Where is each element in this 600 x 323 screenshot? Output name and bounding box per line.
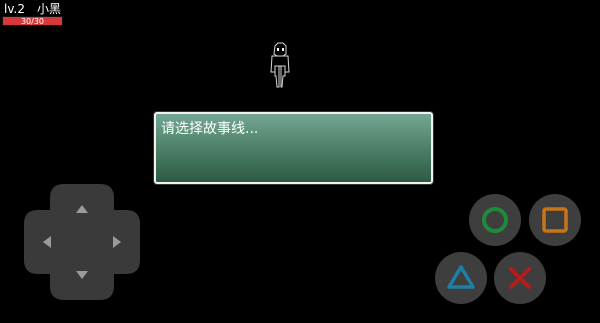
square-icon (542, 207, 568, 233)
character-sprite (266, 42, 294, 88)
player-info: lv.2 小黑 (4, 2, 61, 16)
cross-button[interactable] (494, 252, 546, 304)
arrow-right-icon[interactable] (106, 232, 126, 252)
game-screen: lv.2 小黑 30/30 请选择故事线... (0, 0, 600, 323)
player-name: 小黑 (36, 2, 61, 16)
cross-icon (509, 267, 531, 289)
arrow-up-icon[interactable] (72, 200, 92, 220)
arrow-left-icon[interactable] (38, 232, 58, 252)
hp-text: 30/30 (20, 17, 45, 26)
triangle-icon (447, 265, 475, 289)
hp-bar: 30/30 (2, 16, 63, 26)
arrow-down-icon[interactable] (72, 264, 92, 284)
square-button[interactable] (529, 194, 581, 246)
triangle-button[interactable] (435, 252, 487, 304)
player-level: lv.2 (4, 2, 25, 16)
dialog-text: 请选择故事线... (161, 121, 259, 137)
circle-icon (482, 207, 508, 233)
dialog-box[interactable]: 请选择故事线... (154, 112, 433, 184)
circle-button[interactable] (469, 194, 521, 246)
player-status: lv.2 小黑 30/30 (0, 0, 70, 30)
dpad[interactable] (24, 184, 140, 300)
